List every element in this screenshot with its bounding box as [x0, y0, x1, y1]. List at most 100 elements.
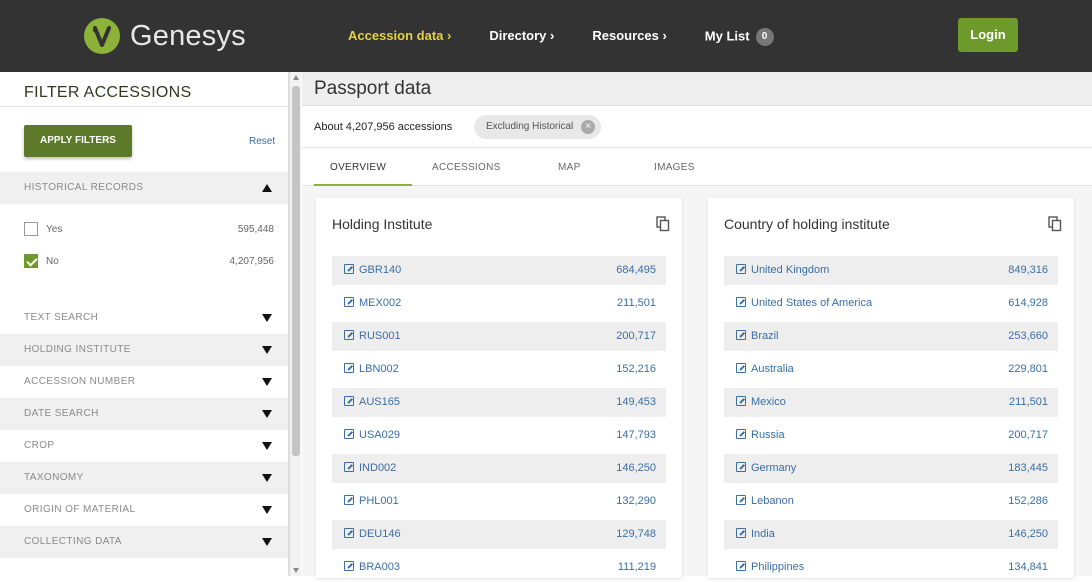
row-link[interactable]: LBN002	[344, 363, 399, 375]
external-link-icon	[344, 561, 354, 571]
sidebar-title: FILTER ACCESSIONS	[24, 84, 192, 101]
row-link[interactable]: BRA003	[344, 561, 400, 573]
row-link[interactable]: GBR140	[344, 264, 401, 276]
section-label: COLLECTING DATA	[24, 536, 122, 547]
tab-map[interactable]: MAP	[558, 162, 581, 173]
row-value[interactable]: 211,501	[617, 297, 656, 309]
row-link[interactable]: Brazil	[736, 330, 779, 342]
filter-option-no[interactable]: No 4,207,956	[24, 254, 274, 274]
table-row[interactable]: LBN002 152,216	[332, 355, 666, 384]
table-row[interactable]: United States of America 614,928	[724, 289, 1058, 318]
row-link[interactable]: USA029	[344, 429, 400, 441]
row-value[interactable]: 132,290	[616, 495, 656, 507]
filter-chip-label: Excluding Historical	[486, 121, 574, 132]
table-row[interactable]: BRA003 111,219	[332, 553, 666, 582]
row-link[interactable]: IND002	[344, 462, 396, 474]
tab-overview[interactable]: OVERVIEW	[330, 162, 386, 173]
table-row[interactable]: Lebanon 152,286	[724, 487, 1058, 516]
row-value[interactable]: 146,250	[616, 462, 656, 474]
login-button[interactable]: Login	[958, 18, 1018, 52]
nav-my-list[interactable]: My List 0	[705, 28, 774, 46]
table-row[interactable]: Mexico 211,501	[724, 388, 1058, 417]
section-label: TAXONOMY	[24, 472, 84, 483]
checkbox-no[interactable]	[24, 254, 38, 268]
nav-accession-data[interactable]: Accession data ›	[348, 28, 451, 46]
section-origin-of-material[interactable]: ORIGIN OF MATERIAL	[0, 494, 288, 526]
row-value[interactable]: 134,841	[1008, 561, 1048, 573]
table-row[interactable]: Philippines 134,841	[724, 553, 1058, 582]
row-link[interactable]: United States of America	[736, 297, 872, 309]
row-label: DEU146	[359, 528, 401, 540]
row-link[interactable]: Australia	[736, 363, 794, 375]
row-value[interactable]: 684,495	[616, 264, 656, 276]
logo[interactable]: Genesys	[84, 18, 246, 54]
nav-resources[interactable]: Resources ›	[592, 28, 666, 46]
section-label: HISTORICAL RECORDS	[24, 182, 144, 193]
section-date-search[interactable]: DATE SEARCH	[0, 398, 288, 430]
accession-count: About 4,207,956 accessions	[314, 121, 453, 133]
table-row[interactable]: RUS001 200,717	[332, 322, 666, 351]
table-row[interactable]: IND002 146,250	[332, 454, 666, 483]
row-link[interactable]: AUS165	[344, 396, 400, 408]
row-value[interactable]: 147,793	[616, 429, 656, 441]
row-link[interactable]: India	[736, 528, 775, 540]
tab-images[interactable]: IMAGES	[654, 162, 695, 173]
table-row[interactable]: DEU146 129,748	[332, 520, 666, 549]
row-link[interactable]: DEU146	[344, 528, 401, 540]
table-row[interactable]: Russia 200,717	[724, 421, 1058, 450]
table-row[interactable]: PHL001 132,290	[332, 487, 666, 516]
row-link[interactable]: United Kingdom	[736, 264, 829, 276]
row-value[interactable]: 183,445	[1008, 462, 1048, 474]
table-row[interactable]: AUS165 149,453	[332, 388, 666, 417]
checkbox-yes[interactable]	[24, 222, 38, 236]
row-value[interactable]: 111,219	[618, 561, 656, 573]
row-value[interactable]: 149,453	[616, 396, 656, 408]
row-value[interactable]: 253,660	[1008, 330, 1048, 342]
apply-filters-button[interactable]: APPLY FILTERS	[24, 125, 132, 157]
row-link[interactable]: Mexico	[736, 396, 786, 408]
table-row[interactable]: United Kingdom 849,316	[724, 256, 1058, 285]
row-link[interactable]: PHL001	[344, 495, 399, 507]
row-value[interactable]: 129,748	[616, 528, 656, 540]
row-link[interactable]: Philippines	[736, 561, 804, 573]
remove-filter-icon[interactable]: ×	[581, 120, 596, 134]
row-link[interactable]: Germany	[736, 462, 796, 474]
table-row[interactable]: India 146,250	[724, 520, 1058, 549]
section-accession-number[interactable]: ACCESSION NUMBER	[0, 366, 288, 398]
sidebar-scrollbar[interactable]	[289, 72, 301, 576]
row-value[interactable]: 152,286	[1008, 495, 1048, 507]
row-value[interactable]: 152,216	[616, 363, 656, 375]
filter-option-yes[interactable]: Yes 595,448	[24, 222, 274, 242]
row-value[interactable]: 200,717	[616, 330, 656, 342]
section-collecting-data[interactable]: COLLECTING DATA	[0, 526, 288, 558]
table-row[interactable]: USA029 147,793	[332, 421, 666, 450]
nav-directory[interactable]: Directory ›	[489, 28, 554, 46]
scroll-up-icon[interactable]	[293, 75, 299, 80]
table-row[interactable]: Brazil 253,660	[724, 322, 1058, 351]
reset-link[interactable]: Reset	[249, 136, 275, 147]
copy-icon[interactable]	[656, 216, 670, 232]
section-holding-institute[interactable]: HOLDING INSTITUTE	[0, 334, 288, 366]
table-row[interactable]: MEX002 211,501	[332, 289, 666, 318]
tab-accessions[interactable]: ACCESSIONS	[432, 162, 501, 173]
row-value[interactable]: 200,717	[1008, 429, 1048, 441]
copy-icon[interactable]	[1048, 216, 1062, 232]
section-historical-records[interactable]: HISTORICAL RECORDS	[0, 172, 288, 204]
row-value[interactable]: 211,501	[1009, 396, 1048, 408]
table-row[interactable]: GBR140 684,495	[332, 256, 666, 285]
table-row[interactable]: Australia 229,801	[724, 355, 1058, 384]
row-value[interactable]: 229,801	[1008, 363, 1048, 375]
row-value[interactable]: 146,250	[1008, 528, 1048, 540]
row-link[interactable]: MEX002	[344, 297, 401, 309]
table-row[interactable]: Germany 183,445	[724, 454, 1058, 483]
row-link[interactable]: Lebanon	[736, 495, 794, 507]
row-value[interactable]: 614,928	[1008, 297, 1048, 309]
section-text-search[interactable]: TEXT SEARCH	[0, 302, 288, 334]
row-link[interactable]: Russia	[736, 429, 785, 441]
section-taxonomy[interactable]: TAXONOMY	[0, 462, 288, 494]
row-value[interactable]: 849,316	[1008, 264, 1048, 276]
scroll-thumb[interactable]	[292, 86, 300, 456]
scroll-down-icon[interactable]	[293, 568, 299, 573]
row-link[interactable]: RUS001	[344, 330, 401, 342]
section-crop[interactable]: CROP	[0, 430, 288, 462]
